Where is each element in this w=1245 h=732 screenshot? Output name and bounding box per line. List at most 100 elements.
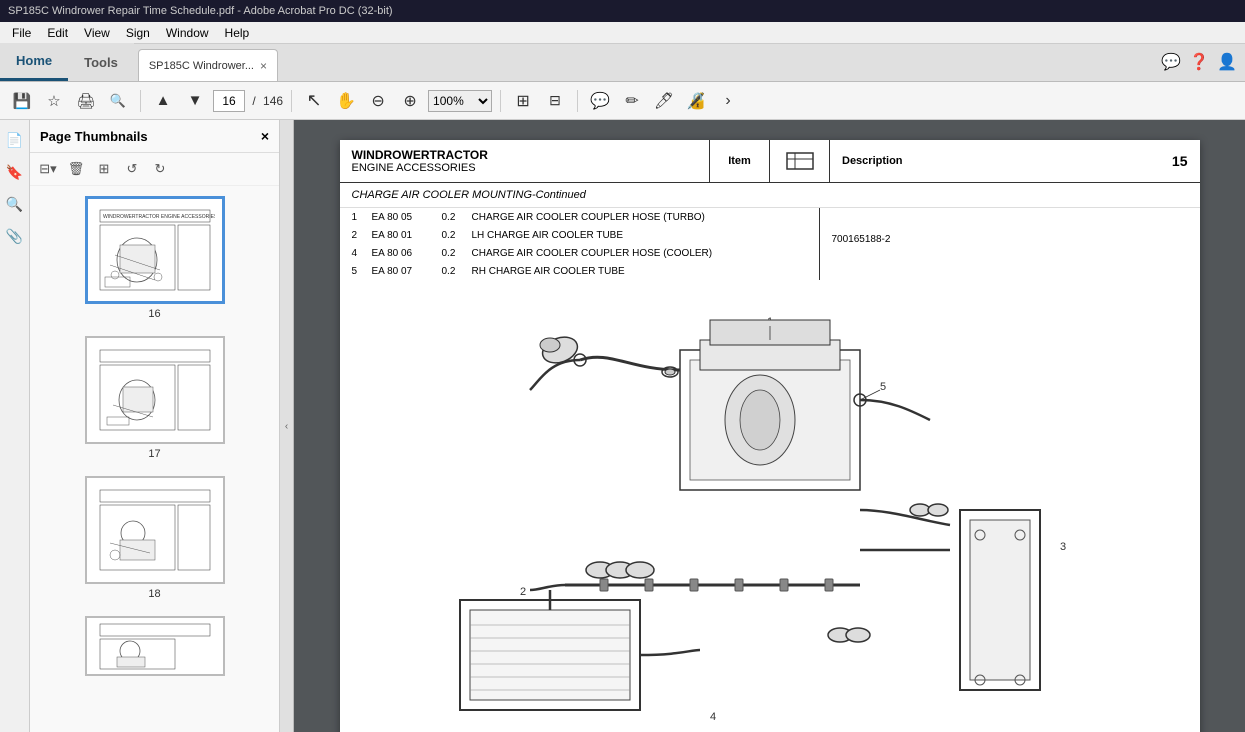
item-num-5: 5 (352, 266, 372, 277)
item-num-1: 1 (352, 212, 372, 223)
zoom-out-button[interactable]: ⊖ (364, 87, 392, 115)
select-tool-button[interactable]: ↖ (300, 87, 328, 115)
attachment-icon[interactable]: 📎 (3, 224, 27, 248)
menu-window[interactable]: Window (158, 24, 217, 42)
page-icon[interactable]: 📄 (3, 128, 27, 152)
thumbnail-16[interactable]: WINDROWERTRACTOR ENGINE ACCESSORIES (30, 196, 279, 320)
tab-document[interactable]: SP185C Windrower... × (138, 49, 278, 81)
qty-5: 0.2 (442, 266, 472, 277)
pdf-diagram: 1 (340, 280, 1200, 732)
part-code-5: EA 80 07 (372, 266, 442, 277)
qty-1: 0.2 (442, 212, 472, 223)
svg-text:3: 3 (1060, 541, 1066, 553)
more-tools-button[interactable]: › (714, 87, 742, 115)
separator-3 (500, 90, 501, 112)
pdf-title-block: WINDROWERTRACTOR ENGINE ACCESSORIES (340, 140, 711, 182)
part-code-1: EA 80 05 (372, 212, 442, 223)
pdf-main-title: WINDROWERTRACTOR (352, 148, 698, 162)
hand-tool-button[interactable]: ✋ (332, 87, 360, 115)
comment-button[interactable]: 💬 (586, 87, 614, 115)
pdf-parts-right: 700165188-2 (820, 208, 1200, 280)
thumb-label-17: 17 (148, 448, 160, 460)
menu-edit[interactable]: Edit (39, 24, 76, 42)
engine-diagram-svg: 1 (380, 290, 1160, 730)
parts-row-4: 4 EA 80 06 0.2 CHARGE AIR COOLER COUPLER… (340, 244, 819, 262)
toolbar: 💾 ☆ 🖨 🔍 ▲ ▼ / 146 ↖ ✋ ⊖ ⊕ 100% 75% 125% … (0, 82, 1245, 120)
thumb-frame-19[interactable] (85, 616, 225, 676)
panel-undo-button[interactable]: ↺ (120, 157, 144, 181)
pdf-parts-table: 1 EA 80 05 0.2 CHARGE AIR COOLER COUPLER… (340, 208, 1200, 280)
part-desc-5: RH CHARGE AIR COOLER TUBE (472, 266, 807, 277)
tab-close-button[interactable]: × (260, 59, 267, 73)
two-page-button[interactable]: ⊟ (541, 87, 569, 115)
save-button[interactable]: 💾 (8, 87, 36, 115)
svg-text:5: 5 (880, 381, 886, 393)
fit-page-button[interactable]: ⊞ (509, 87, 537, 115)
print-button[interactable]: 🖨 (72, 87, 100, 115)
pdf-header: WINDROWERTRACTOR ENGINE ACCESSORIES Item… (340, 140, 1200, 183)
thumb-content-16: WINDROWERTRACTOR ENGINE ACCESSORIES (88, 199, 222, 301)
menu-file[interactable]: File (4, 24, 39, 42)
chat-icon[interactable]: 💬 (1161, 52, 1181, 72)
part-code-2: EA 80 01 (372, 230, 442, 241)
menu-sign[interactable]: Sign (118, 24, 158, 42)
separator-4 (577, 90, 578, 112)
panel-extract-button[interactable]: ⊞ (92, 157, 116, 181)
bookmark-button[interactable]: ☆ (40, 87, 68, 115)
total-pages: 146 (263, 94, 283, 108)
panel-collapse-handle[interactable]: ‹ (280, 120, 294, 732)
thumbnail-19[interactable] (30, 616, 279, 676)
pdf-area[interactable]: WINDROWERTRACTOR ENGINE ACCESSORIES Item… (294, 120, 1245, 732)
part-desc-4: CHARGE AIR COOLER COUPLER HOSE (COOLER) (472, 248, 807, 259)
panel-redo-button[interactable]: ↻ (148, 157, 172, 181)
title-bar: SP185C Windrower Repair Time Schedule.pd… (0, 0, 1245, 22)
page-input[interactable] (213, 90, 245, 112)
parts-row-5: 5 EA 80 07 0.2 RH CHARGE AIR COOLER TUBE (340, 262, 819, 280)
stamp-button[interactable]: 🔏 (682, 87, 710, 115)
zoom-search-button[interactable]: 🔍 (104, 87, 132, 115)
window-title: SP185C Windrower Repair Time Schedule.pd… (8, 5, 1237, 17)
menu-view[interactable]: View (76, 24, 118, 42)
item-num-4: 4 (352, 248, 372, 259)
pdf-page: WINDROWERTRACTOR ENGINE ACCESSORIES Item… (340, 140, 1200, 732)
next-page-button[interactable]: ▼ (181, 87, 209, 115)
pdf-icon-col-header (770, 140, 830, 182)
tab-home[interactable]: Home (0, 43, 68, 81)
left-panel: Page Thumbnails × ⊟▾ 🗑 ⊞ ↺ ↻ WINDROWERTR… (30, 120, 280, 732)
pdf-section-label: CHARGE AIR COOLER MOUNTING-Continued (340, 183, 1200, 208)
thumb-label-16: 16 (148, 308, 160, 320)
part-desc-2: LH CHARGE AIR COOLER TUBE (472, 230, 807, 241)
menu-bar: File Edit View Sign Window Help (0, 22, 1245, 44)
panel-header: Page Thumbnails × (30, 120, 279, 153)
panel-close-button[interactable]: × (261, 128, 269, 144)
item-num-2: 2 (352, 230, 372, 241)
side-icon-panel: 📄 🔖 🔍 📎 (0, 120, 30, 732)
parts-row-1: 1 EA 80 05 0.2 CHARGE AIR COOLER COUPLER… (340, 208, 819, 226)
tab-tools[interactable]: Tools (68, 43, 134, 81)
pen-button[interactable]: ✏ (618, 87, 646, 115)
panel-delete-button[interactable]: 🗑 (64, 157, 88, 181)
tab-bar: Home Tools SP185C Windrower... × 💬 ❓ 👤 (0, 44, 1245, 82)
thumb-frame-16[interactable]: WINDROWERTRACTOR ENGINE ACCESSORIES (85, 196, 225, 304)
zoom-select[interactable]: 100% 75% 125% 150% Fit Page (428, 90, 492, 112)
svg-text:2: 2 (520, 586, 526, 598)
thumb-content-18 (87, 478, 223, 582)
qty-2: 0.2 (442, 230, 472, 241)
bookmark-panel-icon[interactable]: 🔖 (3, 160, 27, 184)
account-icon[interactable]: 👤 (1217, 52, 1237, 72)
highlight-button[interactable]: 🖊 (650, 87, 678, 115)
main-content: 📄 🔖 🔍 📎 Page Thumbnails × ⊟▾ 🗑 ⊞ ↺ ↻ (0, 120, 1245, 732)
description-label: Description (842, 155, 903, 167)
help-icon[interactable]: ❓ (1189, 52, 1209, 72)
pdf-item-col-header: Item (710, 140, 770, 182)
search-panel-icon[interactable]: 🔍 (3, 192, 27, 216)
thumbnail-17[interactable]: 17 (30, 336, 279, 460)
thumbnail-18[interactable]: 18 (30, 476, 279, 600)
thumb-frame-17[interactable] (85, 336, 225, 444)
tab-right-icons: 💬 ❓ 👤 (1161, 43, 1245, 81)
panel-menu-button[interactable]: ⊟▾ (36, 157, 60, 181)
thumb-frame-18[interactable] (85, 476, 225, 584)
menu-help[interactable]: Help (217, 24, 258, 42)
zoom-in-button[interactable]: ⊕ (396, 87, 424, 115)
prev-page-button[interactable]: ▲ (149, 87, 177, 115)
